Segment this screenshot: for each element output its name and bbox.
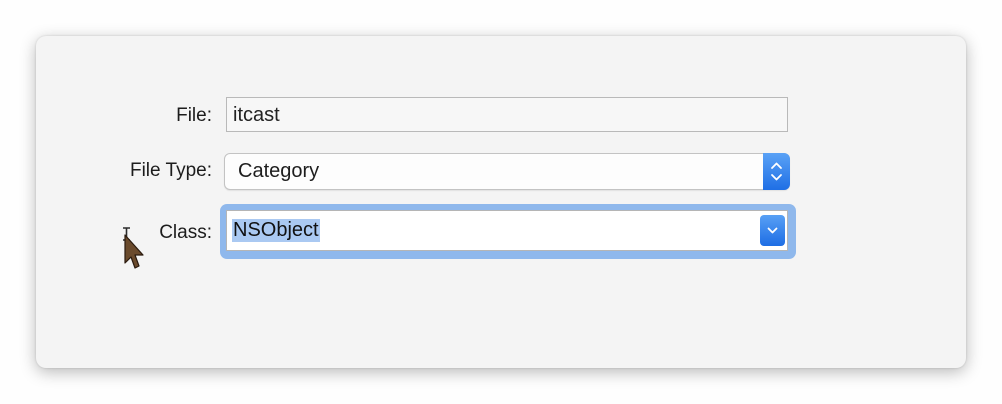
class-combo-box[interactable]: NSObject [226,210,788,251]
file-label: File: [176,105,212,126]
chevron-down-icon[interactable] [760,215,785,246]
mouse-cursor-icon [120,223,150,271]
file-name-value: itcast [233,104,280,126]
file-type-popup[interactable]: Category [224,153,790,190]
file-type-label: File Type: [129,160,212,181]
new-file-dialog: File: itcast File Type: Category Class: … [36,36,966,368]
file-name-field[interactable]: itcast [226,97,788,132]
class-label: Class: [159,222,212,243]
file-type-value: Category [238,160,320,182]
class-value[interactable]: NSObject [232,219,320,242]
up-down-chevron-icon[interactable] [763,153,790,190]
